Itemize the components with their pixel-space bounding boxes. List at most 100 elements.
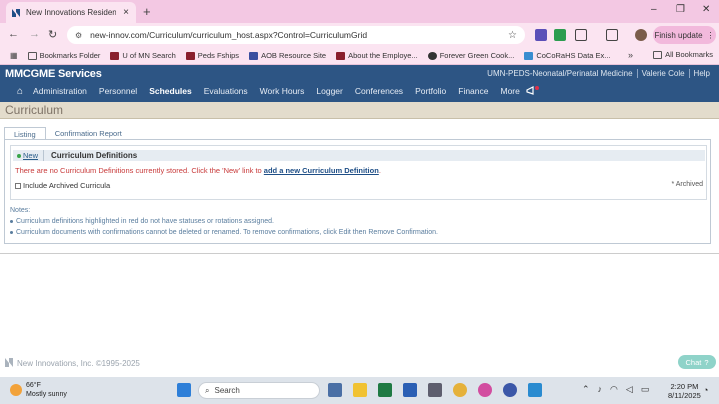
browser-toolbar: ← → ↻ ⚙ new-innov.com/Curriculum/curricu… (0, 23, 719, 47)
nav-evaluations[interactable]: Evaluations (198, 86, 254, 96)
taskbar-search[interactable]: ⌕ Search (198, 382, 320, 399)
empty-message-suffix: . (378, 166, 381, 175)
extension-icon[interactable] (554, 29, 566, 41)
weather-condition: Mostly sunny (26, 391, 67, 398)
nav-administration[interactable]: Administration (27, 86, 93, 96)
more-bookmarks-icon[interactable]: » (628, 50, 633, 60)
start-windows-icon[interactable] (177, 383, 191, 397)
forward-arrow-icon[interactable]: → (29, 28, 40, 40)
minimize-button[interactable]: – (651, 4, 657, 15)
snipping-tool-icon[interactable] (528, 383, 542, 397)
bookmark-label: Forever Green Cook... (439, 51, 515, 60)
file-explorer-icon[interactable] (353, 383, 367, 397)
bookmark-item[interactable]: Peds Fships (185, 51, 239, 60)
tab-title: New Innovations Residency Ma (26, 8, 116, 17)
bookmark-item[interactable]: CoCoRaHS Data Ex... (524, 51, 611, 60)
microphone-icon[interactable]: ♪ (598, 384, 603, 395)
wifi-icon[interactable]: ◠ (610, 384, 618, 395)
notification-bell-icon[interactable]: ◔ (703, 385, 708, 395)
reload-icon[interactable]: ↻ (48, 28, 57, 41)
close-window-button[interactable]: ✕ (702, 4, 710, 15)
app-name: MMCGME Services (5, 68, 102, 80)
bookmark-item[interactable]: U of MN Search (110, 51, 176, 60)
volume-icon[interactable]: ◁ (626, 384, 633, 395)
nav-work-hours[interactable]: Work Hours (254, 86, 311, 96)
bookmark-item[interactable]: AOB Resource Site (249, 51, 326, 60)
finish-update-button[interactable]: Finish update ⋮ (653, 26, 716, 44)
chat-button[interactable]: Chat ? (678, 355, 716, 369)
nav-finance[interactable]: Finance (452, 86, 494, 96)
note-text: Curriculum documents with confirmations … (16, 229, 439, 236)
finish-update-label: Finish update (654, 30, 703, 40)
umn-logo-icon (110, 51, 120, 60)
more-menu-icon: ⋮ (706, 30, 715, 40)
back-arrow-icon[interactable]: ← (8, 28, 19, 40)
curriculum-definitions-box: New Curriculum Definitions There are no … (10, 145, 707, 200)
browser-tab-strip: New Innovations Residency Ma × + – ❐ ✕ (0, 0, 719, 23)
bookmark-star-icon[interactable]: ☆ (508, 30, 517, 41)
tab-close-icon[interactable]: × (121, 7, 131, 18)
nav-schedules[interactable]: Schedules (143, 86, 198, 96)
word-icon[interactable] (403, 383, 417, 397)
extensions-puzzle-icon[interactable] (575, 29, 587, 41)
cast-icon[interactable] (606, 29, 618, 41)
bookmark-item[interactable]: Forever Green Cook... (427, 51, 515, 60)
main-nav: ⌂ Administration Personnel Schedules Eva… (17, 84, 540, 98)
listing-panel: New Curriculum Definitions There are no … (4, 140, 711, 244)
weather-widget[interactable]: 66°F Mostly sunny (10, 381, 67, 399)
user-link[interactable]: Valerie Cole (636, 69, 689, 78)
nav-logger[interactable]: Logger (310, 86, 348, 96)
add-curriculum-link[interactable]: add a new Curriculum Definition (264, 166, 379, 175)
new-tab-button[interactable]: + (143, 4, 151, 19)
bookmark-label: AOB Resource Site (261, 51, 327, 60)
excel-icon[interactable] (378, 383, 392, 397)
address-bar[interactable]: ⚙ new-innov.com/Curriculum/curriculum_ho… (67, 26, 525, 44)
profile-avatar[interactable] (635, 29, 647, 41)
nav-conferences[interactable]: Conferences (349, 86, 409, 96)
include-archived-checkbox[interactable] (15, 182, 21, 189)
battery-icon[interactable]: ▭ (641, 384, 650, 395)
site-settings-icon[interactable]: ⚙ (75, 31, 82, 40)
system-tray: ⌃ ♪ ◠ ◁ ▭ (582, 384, 649, 395)
note-item: Curriculum definitions highlighted in re… (10, 218, 274, 225)
extension-icon[interactable] (535, 29, 547, 41)
site-icon (524, 51, 534, 60)
note-text: Curriculum definitions highlighted in re… (16, 218, 274, 225)
temperature: 66°F (26, 382, 41, 389)
bookmark-item[interactable]: Bookmarks Folder (27, 51, 100, 60)
announcements-megaphone-icon[interactable] (526, 86, 540, 96)
nav-personnel[interactable]: Personnel (93, 86, 143, 96)
calculator-app-icon[interactable] (328, 383, 342, 397)
restore-button[interactable]: ❐ (676, 4, 685, 15)
all-bookmarks-button[interactable]: All Bookmarks (653, 50, 713, 59)
include-archived-label: Include Archived Curricula (23, 181, 111, 190)
search-label: Search (214, 386, 240, 395)
app-icon[interactable] (428, 383, 442, 397)
bookmarks-bar: ▦ Bookmarks Folder U of MN Search Peds F… (0, 47, 719, 65)
include-archived-row[interactable]: Include Archived Curricula (15, 181, 110, 190)
bookmark-item[interactable]: About the Employe... (336, 51, 418, 60)
new-curriculum-link[interactable]: New (13, 150, 45, 161)
umn-logo-icon (336, 51, 346, 60)
apps-grid-icon[interactable]: ▦ (10, 51, 18, 60)
nav-portfolio[interactable]: Portfolio (409, 86, 452, 96)
page-divider (0, 253, 719, 254)
url-text: new-innov.com/Curriculum/curriculum_host… (90, 30, 368, 40)
new-dot-icon (17, 153, 21, 158)
bookmark-label: U of MN Search (122, 51, 176, 60)
clock[interactable]: 2:20 PM 8/11/2025 (668, 382, 701, 400)
account-links: UMN-PEDS-Neonatal/Perinatal Medicine Val… (483, 69, 714, 78)
site-icon (427, 51, 437, 60)
chat-label: Chat (685, 357, 702, 367)
program-link[interactable]: UMN-PEDS-Neonatal/Perinatal Medicine (483, 69, 636, 78)
help-link[interactable]: Help (688, 69, 714, 78)
browser-tab[interactable]: New Innovations Residency Ma × (6, 2, 136, 23)
chevron-up-icon[interactable]: ⌃ (582, 384, 590, 395)
chrome-icon[interactable] (453, 383, 467, 397)
nav-more[interactable]: More (495, 86, 526, 96)
site-icon (249, 51, 259, 60)
zoom-icon[interactable] (503, 383, 517, 397)
weather-sun-icon (10, 384, 22, 396)
home-icon[interactable]: ⌂ (17, 86, 27, 97)
chrome-profile-icon[interactable] (478, 383, 492, 397)
